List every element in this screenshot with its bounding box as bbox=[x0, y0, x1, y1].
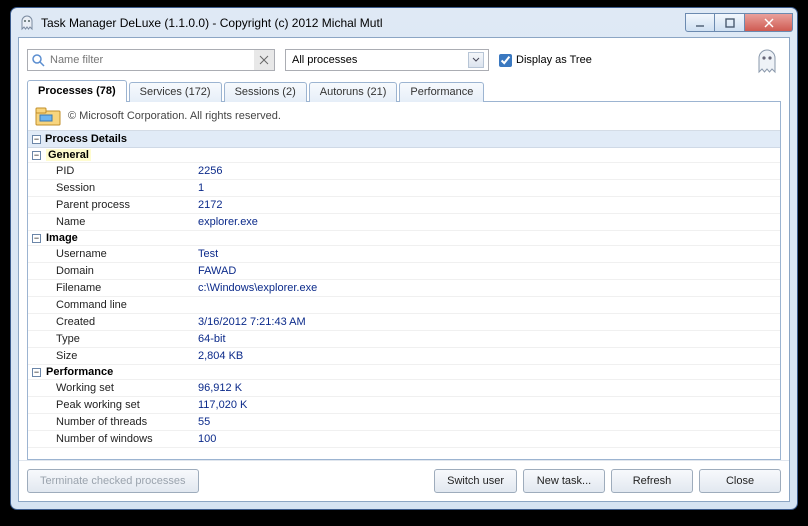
titlebar[interactable]: Task Manager DeLuxe (1.1.0.0) - Copyrigh… bbox=[11, 8, 797, 37]
filter-bar: All processes Display as Tree bbox=[19, 38, 789, 80]
row-created: Created3/16/2012 7:21:43 AM bbox=[28, 314, 780, 331]
explorer-icon bbox=[34, 105, 62, 127]
close-app-button[interactable]: Close bbox=[699, 469, 781, 493]
toggle-general[interactable]: − bbox=[32, 151, 41, 160]
row-workingset: Working set96,912 K bbox=[28, 380, 780, 397]
terminate-button[interactable]: Terminate checked processes bbox=[27, 469, 199, 493]
new-task-button[interactable]: New task... bbox=[523, 469, 605, 493]
tab-strip: Processes (78) Services (172) Sessions (… bbox=[19, 80, 789, 102]
chevron-down-icon bbox=[468, 52, 484, 68]
window-title: Task Manager DeLuxe (1.1.0.0) - Copyrigh… bbox=[41, 16, 679, 30]
row-name: Nameexplorer.exe bbox=[28, 214, 780, 231]
section-title: Process Details bbox=[45, 133, 127, 145]
row-parent: Parent process2172 bbox=[28, 197, 780, 214]
switch-user-button[interactable]: Switch user bbox=[434, 469, 517, 493]
row-session: Session1 bbox=[28, 180, 780, 197]
row-pid: PID2256 bbox=[28, 163, 780, 180]
details-grid[interactable]: −General PID2256 Session1 Parent process… bbox=[28, 148, 780, 459]
row-type: Type64-bit bbox=[28, 331, 780, 348]
group-performance: −Performance bbox=[28, 365, 780, 380]
row-windows: Number of windows100 bbox=[28, 431, 780, 448]
group-image: −Image bbox=[28, 231, 780, 246]
window-buttons bbox=[685, 13, 793, 32]
tab-autoruns[interactable]: Autoruns (21) bbox=[309, 82, 398, 102]
app-ghost-icon bbox=[19, 15, 35, 31]
row-threads: Number of threads55 bbox=[28, 414, 780, 431]
copyright-text: © Microsoft Corporation. All rights rese… bbox=[68, 110, 281, 122]
toggle-performance[interactable]: − bbox=[32, 368, 41, 377]
row-filename: Filenamec:\Windows\explorer.exe bbox=[28, 280, 780, 297]
process-header: © Microsoft Corporation. All rights rese… bbox=[28, 102, 780, 131]
group-general: −General bbox=[28, 148, 780, 163]
display-as-tree-checkbox[interactable]: Display as Tree bbox=[499, 54, 592, 67]
tab-performance[interactable]: Performance bbox=[399, 82, 484, 102]
row-domain: DomainFAWAD bbox=[28, 263, 780, 280]
spacer bbox=[205, 469, 429, 493]
tab-services[interactable]: Services (172) bbox=[129, 82, 222, 102]
toggle-image[interactable]: − bbox=[32, 234, 41, 243]
ghost-logo-icon bbox=[753, 46, 781, 74]
row-size: Size2,804 KB bbox=[28, 348, 780, 365]
name-filter-wrap bbox=[27, 49, 275, 71]
tab-sessions[interactable]: Sessions (2) bbox=[224, 82, 307, 102]
collapse-toggle[interactable]: − bbox=[32, 135, 41, 144]
tree-checkbox-input[interactable] bbox=[499, 54, 512, 67]
refresh-button[interactable]: Refresh bbox=[611, 469, 693, 493]
combo-selected: All processes bbox=[292, 54, 468, 66]
close-button[interactable] bbox=[745, 13, 793, 32]
row-username: UsernameTest bbox=[28, 246, 780, 263]
tree-label: Display as Tree bbox=[516, 54, 592, 66]
row-commandline: Command line bbox=[28, 297, 780, 314]
process-filter-combo[interactable]: All processes bbox=[285, 49, 489, 71]
client-area: All processes Display as Tree Processes … bbox=[18, 37, 790, 502]
clear-filter-button[interactable] bbox=[254, 50, 274, 70]
maximize-button[interactable] bbox=[715, 13, 745, 32]
tab-processes[interactable]: Processes (78) bbox=[27, 80, 127, 102]
process-details-bar: − Process Details bbox=[28, 131, 780, 148]
search-icon bbox=[31, 53, 45, 67]
tab-body: © Microsoft Corporation. All rights rese… bbox=[27, 101, 781, 460]
row-peakws: Peak working set117,020 K bbox=[28, 397, 780, 414]
footer-bar: Terminate checked processes Switch user … bbox=[19, 460, 789, 501]
name-filter-input[interactable] bbox=[27, 49, 275, 71]
minimize-button[interactable] bbox=[685, 13, 715, 32]
main-window: Task Manager DeLuxe (1.1.0.0) - Copyrigh… bbox=[10, 7, 798, 510]
